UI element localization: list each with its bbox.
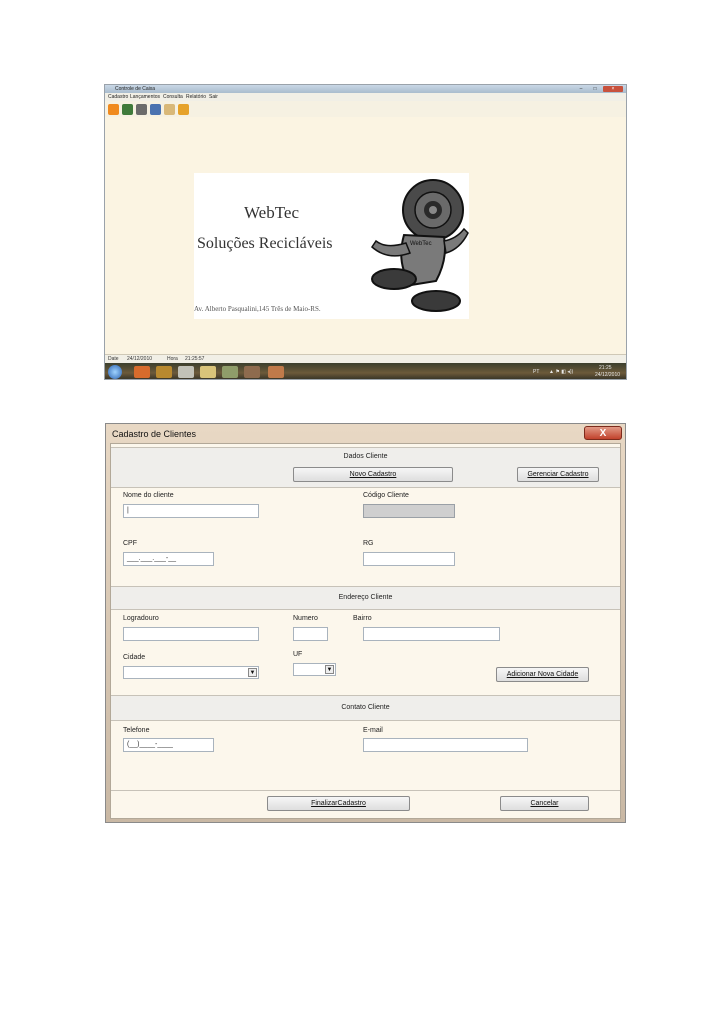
- codigo-input: [363, 504, 455, 518]
- novo-cadastro-label: Novo Cadastro: [349, 471, 397, 478]
- app-title: Controle de Caixa: [115, 86, 156, 92]
- start-button-icon[interactable]: [108, 365, 122, 379]
- logradouro-label: Logradouro: [123, 615, 159, 622]
- tray-language[interactable]: PT: [533, 369, 539, 375]
- menu-consulta[interactable]: Consulta: [163, 93, 183, 101]
- chart-icon[interactable]: [178, 104, 189, 115]
- close-button[interactable]: ×: [603, 86, 623, 92]
- calculator-icon[interactable]: [178, 366, 194, 378]
- app-icon[interactable]: [222, 366, 238, 378]
- uf-label: UF: [293, 651, 303, 658]
- gerenciar-cadastro-button[interactable]: Gerenciar Cadastro: [517, 467, 599, 482]
- nome-input[interactable]: |: [123, 504, 259, 518]
- telefone-label: Telefone: [123, 727, 150, 734]
- footer-divider: [111, 790, 620, 791]
- report-icon[interactable]: [164, 104, 175, 115]
- rg-label: RG: [363, 540, 374, 547]
- logradouro-input[interactable]: [123, 627, 259, 641]
- novo-cadastro-button[interactable]: Novo Cadastro: [293, 467, 453, 482]
- contato-title: Contato Cliente: [341, 704, 390, 711]
- app-toolbar: [105, 101, 626, 117]
- endereco-section: Endereço Cliente: [111, 586, 620, 610]
- windows-taskbar: PT ▲ ⚑ ◧ ◂)) 21:25 24/12/2010: [105, 363, 626, 379]
- bairro-input[interactable]: [363, 627, 500, 641]
- gear-icon[interactable]: [150, 104, 161, 115]
- menu-sair[interactable]: Sair: [209, 93, 218, 101]
- nome-label: Nome do cliente: [123, 492, 174, 499]
- mascot-text: WebTec: [410, 241, 432, 247]
- finalizar-cadastro-label: FinalizarCadastro: [311, 800, 366, 807]
- cpf-input[interactable]: ___.___.___-__: [123, 552, 214, 566]
- cidade-label: Cidade: [123, 654, 146, 661]
- dialog-title: Cadastro de Clientes: [112, 429, 197, 439]
- mascot-icon: WebTec: [371, 179, 469, 312]
- finalizar-cadastro-button[interactable]: FinalizarCadastro: [267, 796, 410, 811]
- gerenciar-cadastro-label: Gerenciar Cadastro: [527, 471, 589, 478]
- chrome-icon[interactable]: [134, 366, 150, 378]
- uf-select[interactable]: ▼: [293, 663, 336, 676]
- numero-input[interactable]: [293, 627, 328, 641]
- email-label: E-mail: [363, 727, 383, 734]
- chevron-down-icon[interactable]: ▼: [325, 665, 334, 674]
- logo-subtitle: Soluções Recicláveis: [197, 235, 333, 252]
- media-icon[interactable]: [156, 366, 172, 378]
- bairro-label: Bairro: [353, 615, 372, 622]
- chevron-down-icon[interactable]: ▼: [248, 668, 257, 677]
- contato-section: Contato Cliente: [111, 695, 620, 721]
- cadastro-clientes-window: Cadastro de Clientes X Dados Cliente Nov…: [105, 423, 626, 823]
- adicionar-cidade-button[interactable]: Adicionar Nova Cidade: [496, 667, 589, 682]
- codigo-label: Código Cliente: [363, 492, 409, 499]
- cpf-label: CPF: [123, 540, 137, 547]
- app3-icon[interactable]: [268, 366, 284, 378]
- dados-cliente-title: Dados Cliente: [343, 453, 388, 460]
- cancelar-button[interactable]: Cancelar: [500, 796, 589, 811]
- dialog-body: Dados Cliente Novo Cadastro Gerenciar Ca…: [110, 443, 621, 819]
- menu-cadastro[interactable]: Cadastro: [108, 93, 128, 101]
- close-button[interactable]: X: [584, 426, 622, 440]
- rg-input[interactable]: [363, 552, 455, 566]
- tray-icons[interactable]: ▲ ⚑ ◧ ◂)): [549, 369, 573, 375]
- adicionar-cidade-label: Adicionar Nova Cidade: [506, 671, 579, 678]
- app2-icon[interactable]: [244, 366, 260, 378]
- app-title-bar: Controle de Caixa – □ ×: [105, 85, 626, 93]
- minimize-button[interactable]: –: [575, 86, 587, 92]
- tray-clock-date[interactable]: 24/12/2010: [595, 372, 620, 378]
- explorer-icon[interactable]: [200, 366, 216, 378]
- numero-label: Numero: [293, 615, 318, 622]
- cancelar-label: Cancelar: [530, 800, 559, 807]
- telefone-input[interactable]: (__)____-____: [123, 738, 214, 752]
- menu-relatorio[interactable]: Relatório: [186, 93, 206, 101]
- dados-cliente-section: Dados Cliente Novo Cadastro Gerenciar Ca…: [111, 447, 620, 488]
- menu-lancamentos[interactable]: Lançamentos: [130, 93, 160, 101]
- tools-icon[interactable]: [136, 104, 147, 115]
- folder-icon[interactable]: [108, 104, 119, 115]
- cidade-select[interactable]: ▼: [123, 666, 259, 679]
- maximize-button[interactable]: □: [589, 86, 601, 92]
- main-app-screenshot: Controle de Caixa – □ × Cadastro Lançame…: [104, 84, 627, 380]
- endereco-title: Endereço Cliente: [338, 594, 393, 601]
- tray-clock-time[interactable]: 21:25: [599, 365, 612, 371]
- email-input[interactable]: [363, 738, 528, 752]
- company-logo: WebTec Soluções Recicláveis Av. Alberto …: [194, 173, 469, 319]
- logo-title: WebTec: [244, 203, 300, 222]
- book-icon[interactable]: [122, 104, 133, 115]
- logo-address: Av. Alberto Pasqualini,145 Três de Maio-…: [194, 305, 321, 313]
